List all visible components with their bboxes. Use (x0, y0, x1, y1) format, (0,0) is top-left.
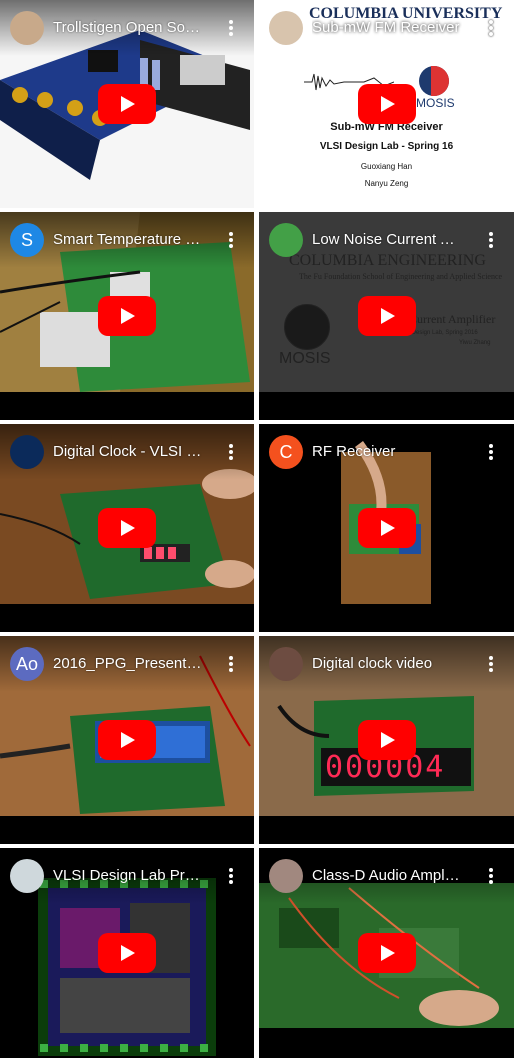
video-card[interactable]: Class-D Audio Amplifier (259, 848, 514, 1058)
thumb-author: Yiwu Zhang (459, 340, 491, 346)
more-options-icon[interactable] (226, 654, 236, 674)
channel-avatar[interactable] (269, 647, 303, 681)
video-card[interactable]: COLUMBIA UNIVERSITY MOSIS Sub-mW FM Rece… (259, 0, 514, 208)
channel-avatar[interactable] (269, 223, 303, 257)
video-card[interactable]: Ao 2016_PPG_Presentation (0, 636, 254, 844)
channel-avatar[interactable] (10, 11, 44, 45)
channel-avatar[interactable]: Ao (10, 647, 44, 681)
more-options-icon[interactable] (486, 18, 496, 38)
more-options-icon[interactable] (226, 866, 236, 886)
thumb-header: COLUMBIA ENGINEERING (289, 252, 486, 269)
video-grid: Trollstigen Open Source Hardware COLUMBI… (0, 0, 514, 1062)
video-card[interactable]: Trollstigen Open Source Hardware (0, 0, 254, 208)
thumb-subtitle: VLSI Design Lab - Spring 16 (319, 141, 454, 152)
video-title[interactable]: Class-D Audio Amplifier (312, 867, 462, 885)
play-button-icon[interactable] (357, 720, 416, 760)
play-button-icon[interactable] (98, 720, 156, 760)
play-button-icon[interactable] (98, 84, 156, 124)
video-title[interactable]: RF Receiver (312, 443, 462, 461)
video-title[interactable]: Digital Clock - VLSI Design Lab (53, 443, 203, 461)
thumb-author: Nanyu Zeng (364, 179, 409, 188)
play-button-icon[interactable] (357, 84, 416, 124)
thumb-mosis: MOSIS (416, 96, 455, 110)
channel-avatar[interactable] (269, 11, 303, 45)
play-button-icon[interactable] (357, 296, 416, 336)
thumb-mosis: MOSIS (279, 350, 331, 367)
video-card[interactable]: Digital Clock - VLSI Design Lab (0, 424, 254, 632)
more-options-icon[interactable] (226, 18, 236, 38)
video-title[interactable]: Smart Temperature Sensor (53, 231, 203, 249)
video-card[interactable]: 000004 Digital clock video (259, 636, 514, 844)
channel-avatar[interactable] (269, 859, 303, 893)
video-title[interactable]: Digital clock video (312, 655, 462, 673)
more-options-icon[interactable] (486, 230, 496, 250)
video-card[interactable]: C RF Receiver (259, 424, 514, 632)
channel-avatar[interactable]: C (269, 435, 303, 469)
channel-avatar[interactable]: S (10, 223, 44, 257)
video-card[interactable]: VLSI Design Lab Project (0, 848, 254, 1058)
video-card[interactable]: S Smart Temperature Sensor (0, 212, 254, 420)
play-button-icon[interactable] (98, 933, 156, 973)
video-title[interactable]: VLSI Design Lab Project (53, 867, 203, 885)
play-button-icon[interactable] (98, 508, 156, 548)
more-options-icon[interactable] (486, 654, 496, 674)
thumb-author: Guoxiang Han (360, 162, 413, 171)
video-card[interactable]: COLUMBIA ENGINEERING The Fu Foundation S… (259, 212, 514, 420)
more-options-icon[interactable] (226, 442, 236, 462)
video-title[interactable]: 2016_PPG_Presentation (53, 655, 203, 673)
thumb-subheader: The Fu Foundation School of Engineering … (299, 272, 503, 281)
channel-avatar[interactable] (10, 435, 44, 469)
play-button-icon[interactable] (98, 296, 156, 336)
thumb-title: Current Amplifier (409, 312, 496, 326)
video-title[interactable]: Sub-mW FM Receiver (312, 19, 462, 37)
play-button-icon[interactable] (357, 508, 416, 548)
channel-avatar[interactable] (10, 859, 44, 893)
more-options-icon[interactable] (486, 442, 496, 462)
more-options-icon[interactable] (486, 866, 496, 886)
more-options-icon[interactable] (226, 230, 236, 250)
play-button-icon[interactable] (357, 933, 416, 973)
video-title[interactable]: Trollstigen Open Source Hardware (53, 19, 203, 37)
video-title[interactable]: Low Noise Current Amplifier (312, 231, 462, 249)
